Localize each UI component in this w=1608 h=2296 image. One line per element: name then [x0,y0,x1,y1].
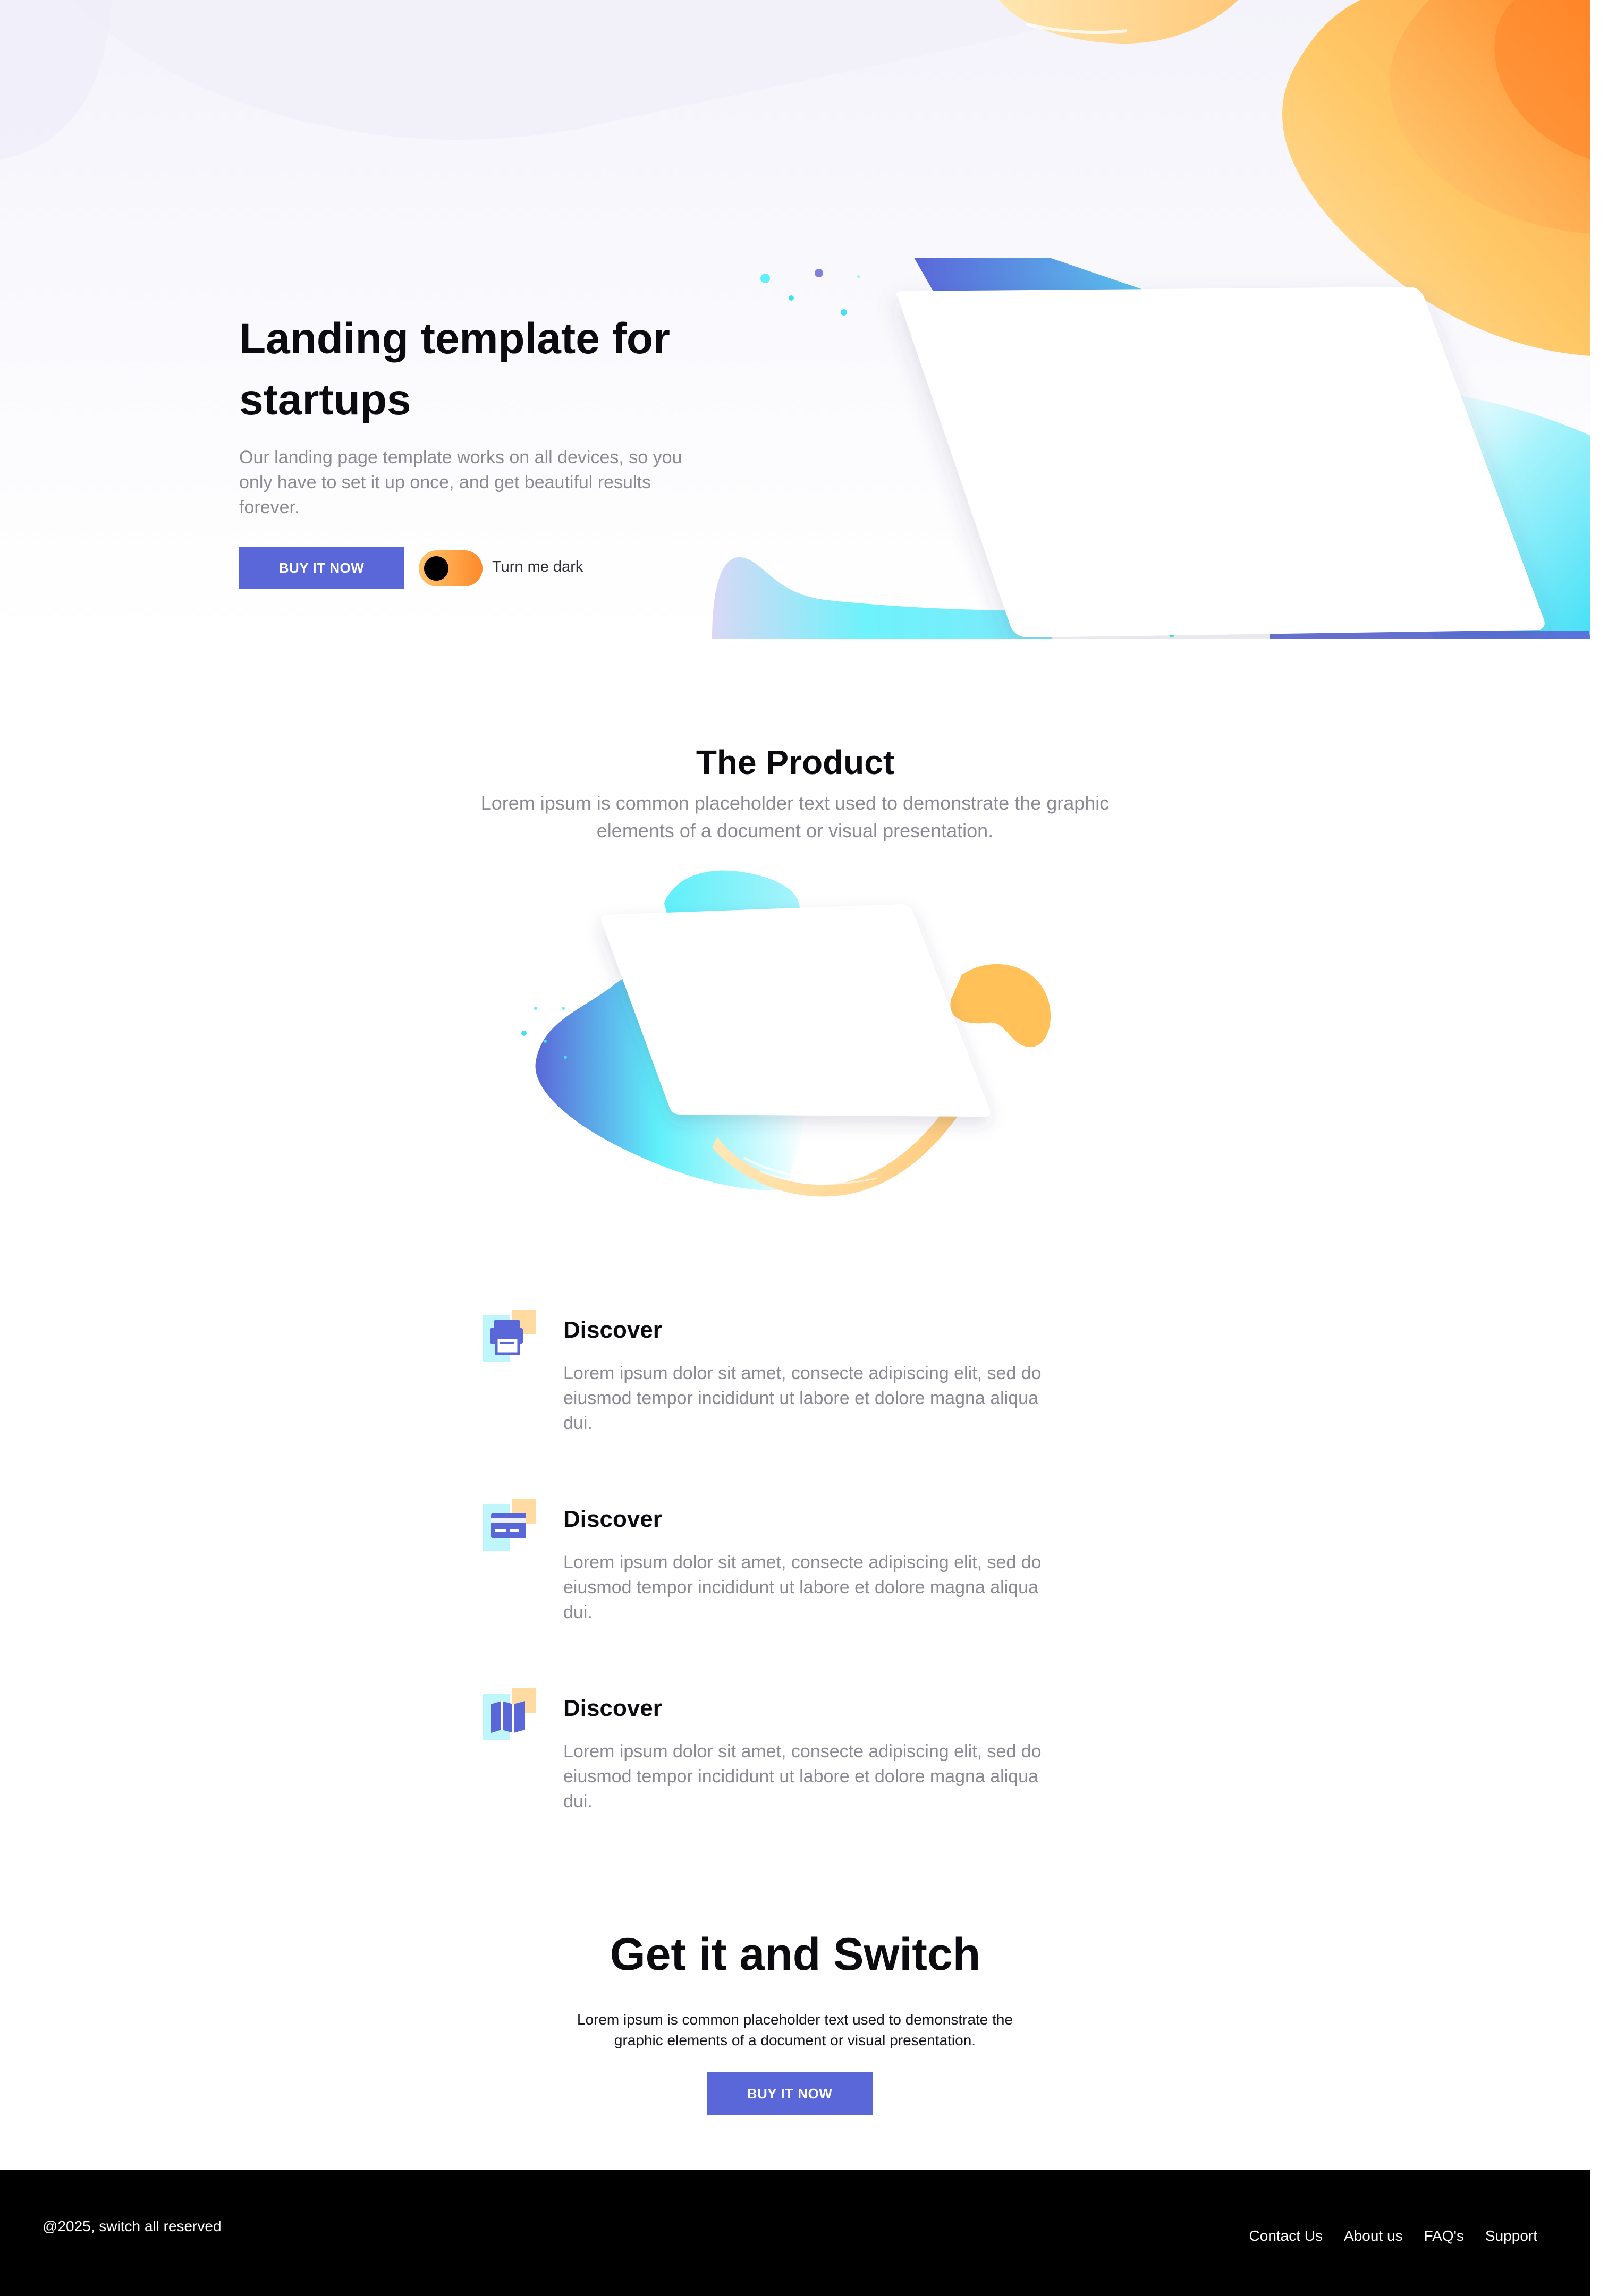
hero-title: Landing template for startups [239,314,670,424]
landing-page: Landing template for startups Our landin… [0,0,1608,2296]
product-title: The Product [696,743,895,781]
footer: @2025, switch all reserved Contact Us Ab… [0,2170,1590,2296]
feature-item: Discover Lorem ipsum dolor sit amet, con… [483,1688,1067,1848]
map-icon [483,1688,536,1740]
feature-title: Discover [563,1506,662,1532]
toggle-knob [424,556,448,581]
footer-link-faq[interactable]: FAQ's [1424,2225,1464,2247]
printer-icon [483,1310,536,1362]
hero-description: Our landing page template works on all d… [239,447,682,517]
footer-link-support[interactable]: Support [1485,2225,1537,2247]
product-description: Lorem ipsum is common placeholder text u… [480,792,1110,841]
feature-item: Discover Lorem ipsum dolor sit amet, con… [483,1310,1067,1469]
footer-link-contact[interactable]: Contact Us [1249,2225,1323,2247]
cta-title: Get it and Switch [610,1929,981,1980]
feature-description: Lorem ipsum dolor sit amet, consecte adi… [563,1741,1042,1812]
footer-link-about[interactable]: About us [1344,2225,1403,2247]
hero-buy-button[interactable]: BUY IT NOW [239,547,404,589]
feature-description: Lorem ipsum dolor sit amet, consecte adi… [563,1552,1042,1622]
hero-illustration [0,0,1590,639]
feature-title: Discover [563,1695,662,1721]
cta-description: Lorem ipsum is common placeholder text u… [577,2011,1013,2048]
footer-nav: Contact Us About us FAQ's Support [1249,2225,1537,2247]
feature-description: Lorem ipsum dolor sit amet, consecte adi… [563,1363,1042,1433]
product-illustration [521,870,1051,1197]
feature-item: Discover Lorem ipsum dolor sit amet, con… [483,1499,1067,1659]
dark-mode-label: Turn me dark [492,558,583,575]
feature-title: Discover [563,1317,662,1343]
credit-card-icon [483,1499,536,1551]
cta-buy-button[interactable]: BUY IT NOW [707,2072,873,2115]
dark-mode-toggle[interactable] [419,550,483,586]
hero-section: Landing template for startups Our landin… [0,0,1590,639]
copyright-text: @2025, switch all reserved [43,2218,222,2234]
